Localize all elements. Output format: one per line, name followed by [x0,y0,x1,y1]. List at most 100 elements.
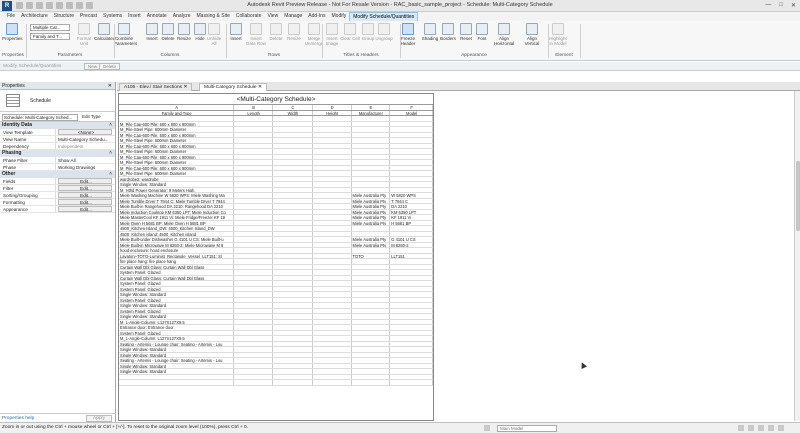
tab-add-ins[interactable]: Add-Ins [305,12,328,21]
schedule-cell[interactable] [352,363,391,368]
schedule-cell[interactable] [390,248,433,253]
schedule-cell[interactable] [390,160,433,165]
schedule-cell[interactable] [313,314,352,319]
schedule-cell[interactable] [273,281,313,286]
schedule-cell[interactable] [390,154,433,159]
schedule-cell[interactable]: Single Window: Standard [119,292,235,297]
schedule-cell[interactable] [313,209,352,214]
schedule-cell[interactable] [234,336,273,341]
schedule-cell[interactable]: Miele Built-in Rangehood DA 2210: Rangeh… [119,204,235,209]
schedule-cell[interactable] [390,275,433,280]
schedule-cell[interactable]: Miele Australia Pty [352,237,391,242]
schedule-cell[interactable] [313,171,352,176]
schedule-cell[interactable]: KF 1911 Vi [390,215,433,220]
tab-massing-site[interactable]: Massing & Site [194,12,233,21]
schedule-cell[interactable]: Miele Washing Machine W 5820 WPS: Miele … [119,193,235,198]
schedule-cell[interactable] [352,374,391,379]
schedule-cell[interactable]: T 7944 C [390,198,433,203]
schedule-cell[interactable] [234,380,273,385]
schedule-cell[interactable] [352,275,391,280]
property-value[interactable]: Working Drawings [56,164,115,170]
schedule-cell[interactable] [352,303,391,308]
tab-analyze[interactable]: Analyze [170,12,194,21]
schedule-cell[interactable] [273,138,313,143]
schedule-cell[interactable]: M_Pile-Steel Pipe: 600mm Diameter [119,138,235,143]
schedule-cell[interactable] [313,226,352,231]
schedule-cell[interactable] [234,270,273,275]
schedule-cell[interactable] [313,286,352,291]
schedule-cell[interactable]: System Panel: Glazed [119,330,235,335]
schedule-cell[interactable] [273,149,313,154]
select-pinned-icon[interactable] [768,425,774,431]
property-value[interactable]: Edit... [58,199,112,205]
schedule-cell[interactable] [234,220,273,225]
tab-insert[interactable]: Insert [125,12,144,21]
schedule-cell[interactable] [352,380,391,385]
schedule-cell[interactable]: M_Pile Cap-600 Pile: 600 x 600 x 900mm [119,121,235,126]
schedule-cell[interactable]: 4500_Kitchen Island_DW: 4500_Kitchen Isl… [119,226,235,231]
schedule-cell[interactable]: M_L-Angle-Column: L127X127X9.5 [119,319,235,324]
schedule-cell[interactable] [273,325,313,330]
schedule-cell[interactable] [390,325,433,330]
schedule-cell[interactable] [352,319,391,324]
tab-structure[interactable]: Structure [51,12,77,21]
schedule-cell[interactable] [313,149,352,154]
schedule-cell[interactable] [352,176,391,181]
tab-modify[interactable]: Modify [329,12,350,21]
unhide-all-button[interactable]: Unhide All [204,23,224,46]
schedule-cell[interactable] [352,138,391,143]
schedule-cell[interactable] [313,160,352,165]
schedule-cell[interactable] [313,330,352,335]
schedule-cell[interactable]: Length [234,110,273,115]
close-icon[interactable]: ✕ [108,82,112,90]
schedule-cell[interactable] [234,352,273,357]
schedule-cell[interactable] [313,154,352,159]
schedule-cell[interactable]: H 5681 BP [390,220,433,225]
schedule-cell[interactable] [352,143,391,148]
schedule-cell[interactable] [352,171,391,176]
schedule-cell[interactable] [352,297,391,302]
schedule-cell[interactable]: Single Window: Standard [119,363,235,368]
schedule-cell[interactable] [313,215,352,220]
worksets-icon[interactable] [484,425,490,431]
schedule-cell[interactable] [273,330,313,335]
calculated-button[interactable]: Calculated [94,23,115,41]
schedule-cell[interactable] [313,259,352,264]
schedule-cell[interactable]: Family and Type [119,110,235,115]
schedule-cell[interactable] [273,314,313,319]
highlight-in-model-button[interactable]: Highlight in Model [548,23,568,46]
schedule-cell[interactable] [273,369,313,374]
schedule-cell[interactable] [234,182,273,187]
schedule-cell[interactable] [390,347,433,352]
schedule-cell[interactable] [234,264,273,269]
schedule-cell[interactable]: Single Window: Standard [119,369,235,374]
schedule-cell[interactable] [234,204,273,209]
view-tab-elevation[interactable]: A105 - Elev./ Stair Sections ✕ [119,83,193,91]
property-value[interactable]: Edit... [58,192,112,198]
properties-button[interactable]: Properties [2,23,23,41]
align-vertical-button[interactable]: Align Vertical [522,23,542,46]
schedule-cell[interactable] [390,319,433,324]
schedule-cell[interactable] [352,121,391,126]
schedule-cell[interactable]: Miele MasterCool KF 1911 Vi: Miele Fridg… [119,215,235,220]
schedule-cell[interactable] [313,237,352,242]
schedule-cell[interactable] [313,253,352,258]
schedule-cell[interactable] [234,193,273,198]
schedule-cell[interactable] [273,248,313,253]
combine-parameters-button[interactable]: Combine Parameters [114,23,137,46]
borders-button[interactable]: Borders [438,23,458,41]
schedule-cell[interactable] [390,182,433,187]
schedule-cell[interactable] [352,165,391,170]
schedule-cell[interactable]: Miele Tumble Dryer T 7944 C: Miele Tumbl… [119,198,235,203]
schedule-cell[interactable] [273,193,313,198]
schedule-cell[interactable] [234,281,273,286]
schedule-cell[interactable] [390,314,433,319]
schedule-cell[interactable] [273,347,313,352]
schedule-cell[interactable]: Entrance door: Entrance door [119,325,235,330]
schedule-cell[interactable] [390,292,433,297]
property-value[interactable]: Multi-Category Schedu... [56,136,115,142]
tab-modify-schedule-quantities[interactable]: Modify Schedule/Quantities [349,12,419,21]
schedule-cell[interactable]: Miele Australia Pty [352,193,391,198]
schedule-cell[interactable]: M 8260-2 [390,242,433,247]
font-button[interactable]: Font [472,23,492,41]
